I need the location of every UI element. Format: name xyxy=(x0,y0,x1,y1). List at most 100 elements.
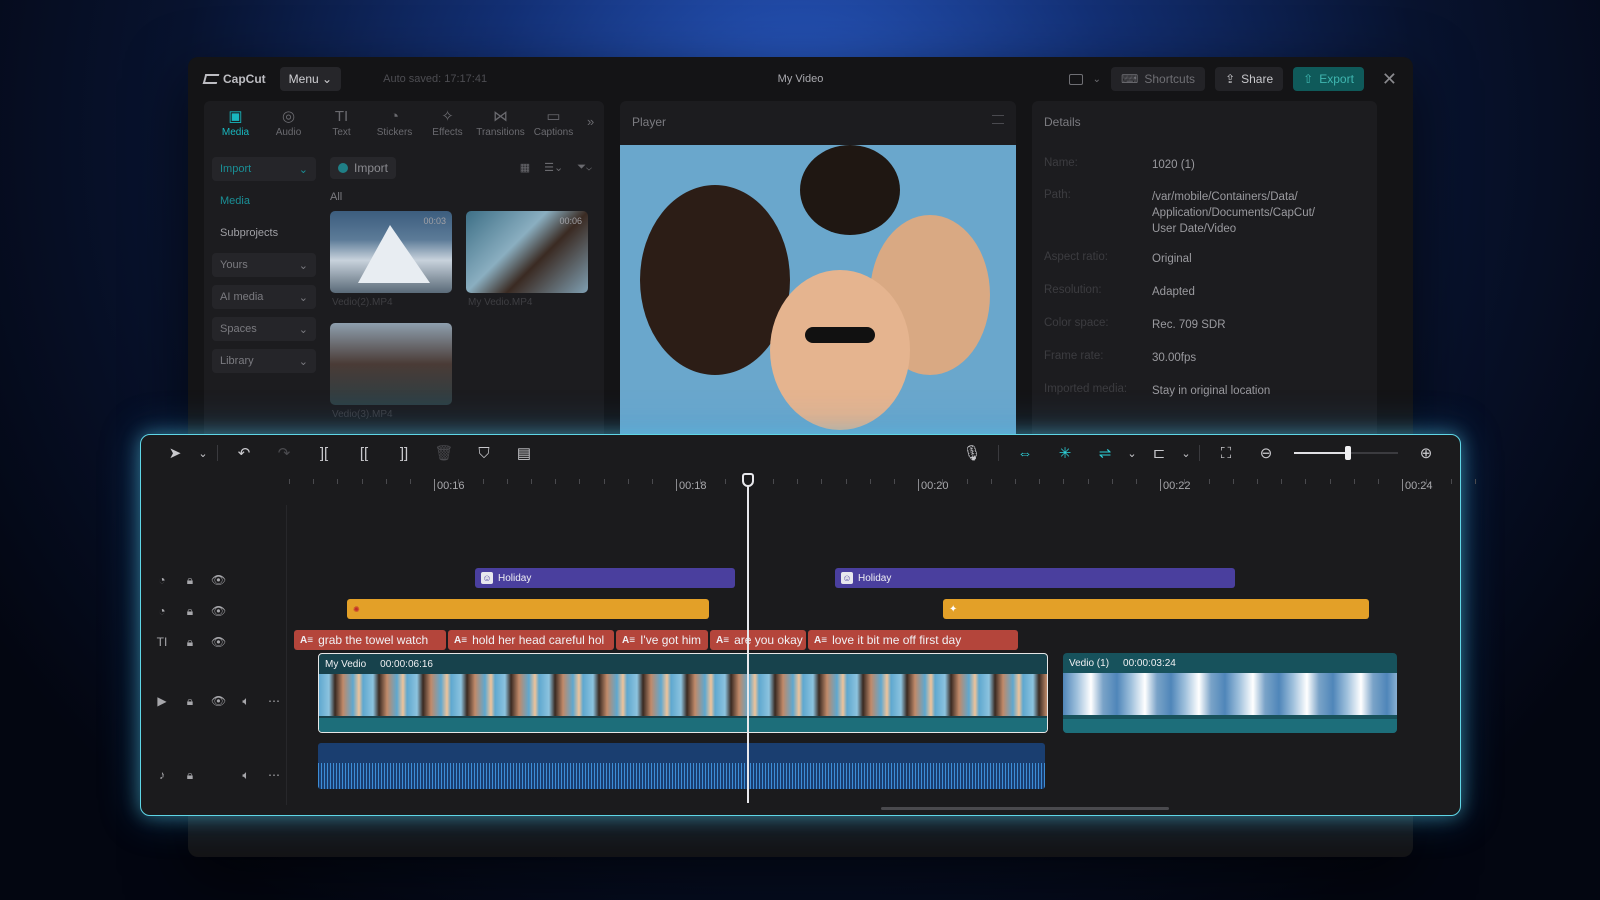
horizontal-scrollbar[interactable] xyxy=(881,807,1169,810)
chevron-down-icon[interactable]: ⌄ xyxy=(1125,441,1139,465)
delete-left-icon[interactable]: [[ xyxy=(344,441,384,465)
track-header-sticker: ◔ 🔒︎ 👁︎ xyxy=(155,568,283,592)
caption-clip[interactable]: A≡ hold her head careful hol xyxy=(448,630,614,650)
caption-clip[interactable]: A≡ I've got him xyxy=(616,630,708,650)
sticker-clip[interactable]: ☺ Holiday xyxy=(475,568,735,588)
eye-icon[interactable]: 👁︎ xyxy=(211,694,226,708)
auto-snap-icon[interactable]: ✳ xyxy=(1045,441,1085,465)
lock-icon[interactable]: 🔒︎ xyxy=(183,635,197,650)
audio-clip[interactable] xyxy=(318,743,1045,789)
eye-icon[interactable]: 👁︎ xyxy=(211,573,226,587)
menu-button[interactable]: Menu ⌄ xyxy=(279,67,342,91)
select-cursor-icon[interactable]: ➤ xyxy=(155,441,195,465)
side-item-import[interactable]: Import ⌄ xyxy=(212,157,316,181)
details-title: Details xyxy=(1044,115,1081,129)
preview-axis-icon[interactable]: ⊏ xyxy=(1139,441,1179,465)
side-item-ai-media[interactable]: AI media ⌄ xyxy=(212,285,316,309)
timeline-toolbar: ➤ ⌄ ↶ ↷ ][ [[ ]] 🗑 ⛉ ▤ 🎙 ⇔ ✳ ⇌ ⌄ ⊏ ⌄ ⛶ ⊖… xyxy=(141,435,1460,471)
close-icon[interactable]: ✕ xyxy=(1382,69,1397,90)
video-clip[interactable]: Vedio (1) 00:00:03:24 xyxy=(1063,653,1397,733)
more-tabs-icon[interactable]: » xyxy=(587,107,594,138)
video-clip-header: My Vedio 00:00:06:16 xyxy=(319,654,1047,674)
media-thumbnail[interactable]: 00:06 xyxy=(466,211,588,293)
player-panel: Player xyxy=(620,101,1016,481)
side-item-media[interactable]: Media xyxy=(212,189,316,213)
tab-captions[interactable]: ▭ Captions xyxy=(528,107,579,138)
effect-clip[interactable]: ✦ xyxy=(943,599,1369,619)
zoom-in-icon[interactable]: ⊕ xyxy=(1406,441,1446,465)
chevron-down-icon[interactable]: ⌄ xyxy=(195,441,211,465)
eye-icon[interactable]: 👁︎ xyxy=(211,604,226,618)
playhead[interactable] xyxy=(742,473,754,803)
tab-stickers[interactable]: ◔ Stickers xyxy=(369,107,420,138)
caption-clip[interactable]: A≡ love it bit me off first day xyxy=(808,630,1018,650)
side-item-library[interactable]: Library ⌄ xyxy=(212,349,316,373)
caption-clip[interactable]: A≡ are you okay xyxy=(710,630,806,650)
tab-effects[interactable]: ✧ Effects xyxy=(422,107,473,138)
ruler-tick xyxy=(821,479,823,484)
more-icon[interactable]: ⋯ xyxy=(267,694,281,708)
detail-value: Stay in original location xyxy=(1152,385,1271,397)
lock-icon[interactable]: 🔒︎ xyxy=(183,573,197,588)
share-button[interactable]: ⇪ Share xyxy=(1215,67,1284,91)
volume-icon[interactable]: 🔈︎ xyxy=(239,694,253,709)
zoom-out-icon[interactable]: ⊖ xyxy=(1246,441,1286,465)
captions-edit-icon[interactable]: ▤ xyxy=(504,441,544,465)
side-item-subprojects[interactable]: Subprojects xyxy=(212,221,316,245)
import-button[interactable]: Import xyxy=(330,157,397,179)
main-track-magnet-icon[interactable]: ⇔ xyxy=(1005,441,1045,465)
text-icon: TI xyxy=(334,108,349,125)
detail-value: Original xyxy=(1152,253,1192,265)
more-icon[interactable]: ⋯ xyxy=(267,768,281,782)
lock-icon[interactable]: 🔒︎ xyxy=(183,604,197,619)
side-item-spaces[interactable]: Spaces ⌄ xyxy=(212,317,316,341)
chevron-down-icon[interactable]: ⌄ xyxy=(1179,441,1193,465)
chevron-down-icon: ⌄ xyxy=(298,163,308,176)
video-track-icon: ▶ xyxy=(157,694,167,708)
grid-view-icon[interactable]: ▦ xyxy=(520,161,530,174)
ruler-tick xyxy=(1160,479,1162,491)
sticker-clip[interactable]: ☺ Holiday xyxy=(835,568,1235,588)
tab-label: Stickers xyxy=(376,127,413,138)
detail-row-name: Name: 1020 (1) xyxy=(1044,157,1365,173)
side-item-yours[interactable]: Yours ⌄ xyxy=(212,253,316,277)
zoom-slider[interactable] xyxy=(1294,446,1398,460)
media-thumbnail[interactable] xyxy=(330,323,452,405)
chevron-down-icon[interactable]: ⌄ xyxy=(1093,74,1101,85)
marker-icon[interactable]: ⛉ xyxy=(464,441,504,465)
zoom-slider-knob[interactable] xyxy=(1345,446,1352,460)
shortcuts-button[interactable]: ⌨ Shortcuts xyxy=(1111,67,1206,91)
audio-waveform xyxy=(318,763,1045,789)
menu-icon[interactable] xyxy=(992,115,1004,124)
tab-text[interactable]: TI Text xyxy=(316,107,367,138)
redo-icon[interactable]: ↷ xyxy=(264,441,304,465)
microphone-icon[interactable]: 🎙 xyxy=(952,441,992,465)
filter-icon[interactable]: ⏷⌄ xyxy=(577,161,592,174)
lock-icon[interactable]: 🔒︎ xyxy=(183,694,197,709)
playhead-handle[interactable] xyxy=(742,473,754,487)
tab-media[interactable]: ▣ Media xyxy=(210,107,261,138)
lock-icon[interactable]: 🔒︎ xyxy=(183,768,197,783)
media-thumbnail[interactable]: 00:03 xyxy=(330,211,452,293)
trash-icon[interactable]: 🗑 xyxy=(424,441,464,465)
detail-row-path: Path: /var/mobile/Containers/Data/ Applic… xyxy=(1044,189,1365,237)
tab-audio[interactable]: ◎ Audio xyxy=(263,107,314,138)
volume-icon[interactable]: 🔈︎ xyxy=(239,768,253,783)
caption-clip[interactable]: A≡ grab the towel watch xyxy=(294,630,446,650)
video-preview[interactable] xyxy=(620,145,1016,481)
video-clip[interactable]: My Vedio 00:00:06:16 xyxy=(318,653,1048,733)
delete-right-icon[interactable]: ]] xyxy=(384,441,424,465)
eye-icon[interactable]: 👁︎ xyxy=(211,635,226,649)
time-ruler[interactable]: 00:16 00:18 00:20 00:22 00:24 xyxy=(289,475,1476,495)
linkage-icon[interactable]: ⇌ xyxy=(1085,441,1125,465)
split-icon[interactable]: ][ xyxy=(304,441,344,465)
export-button[interactable]: ⇧ Export xyxy=(1293,67,1364,91)
fit-screen-icon[interactable]: ⛶ xyxy=(1206,441,1246,465)
effect-clip[interactable]: ✺ xyxy=(347,599,709,619)
track-header-text: TI 🔒︎ 👁︎ xyxy=(155,630,283,654)
ruler-tick xyxy=(1329,479,1331,484)
undo-icon[interactable]: ↶ xyxy=(224,441,264,465)
layout-icon[interactable] xyxy=(1068,73,1083,85)
tab-transitions[interactable]: ⋈ Transitions xyxy=(475,107,526,138)
sort-icon[interactable]: ☰⌄ xyxy=(544,161,563,174)
